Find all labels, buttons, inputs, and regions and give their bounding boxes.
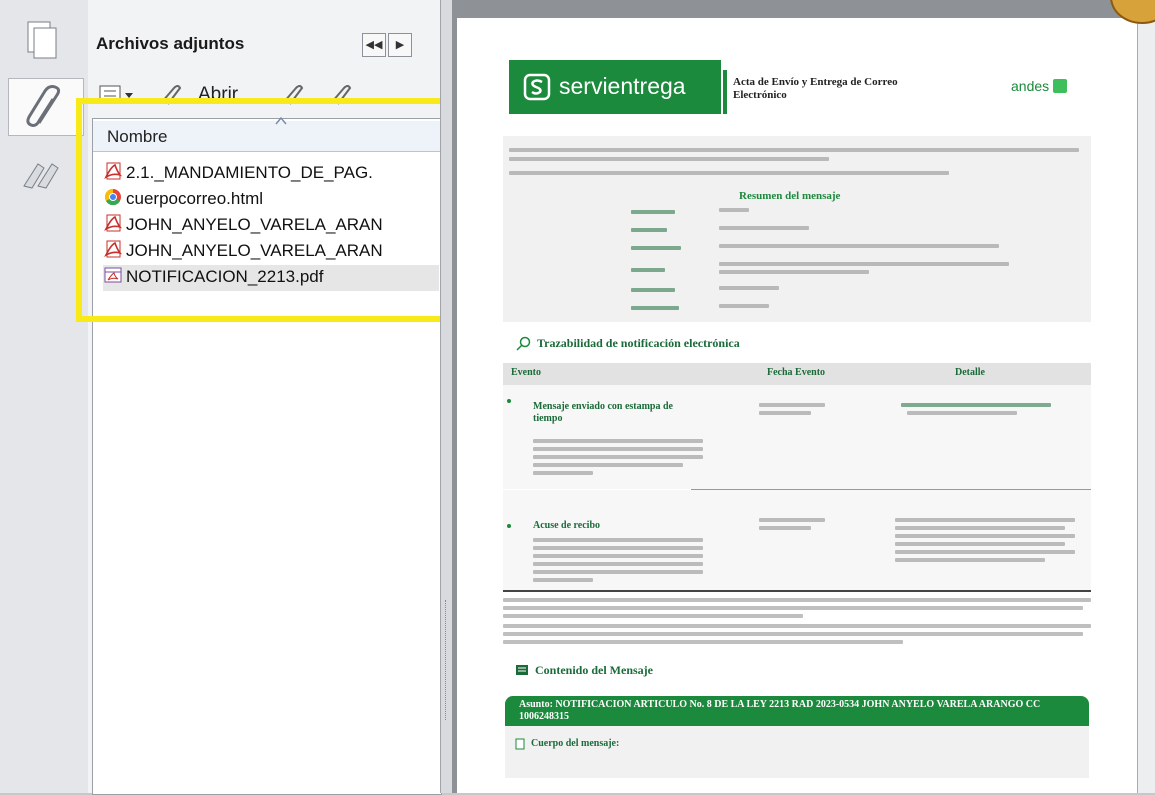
col-detalle: Detalle bbox=[955, 367, 985, 378]
collapse-panel-button[interactable]: ◀◀ bbox=[362, 33, 386, 57]
double-chevron-left-icon: ◀◀ bbox=[365, 39, 383, 51]
signatures-panel-button[interactable] bbox=[14, 150, 68, 206]
body-label: Cuerpo del mensaje: bbox=[531, 738, 620, 749]
document-icon bbox=[515, 738, 525, 750]
header-title: Acta de Envío y Entrega de Correo Electr… bbox=[733, 76, 898, 101]
message-icon bbox=[516, 665, 528, 675]
highlight-box bbox=[76, 98, 458, 322]
pages-icon bbox=[27, 21, 57, 59]
message-subject: Asunto: NOTIFICACION ARTICULO No. 8 DE L… bbox=[505, 696, 1089, 726]
trace-table-header: Evento Fecha Evento Detalle bbox=[503, 363, 1091, 385]
bullet bbox=[507, 524, 511, 528]
pages-panel-button[interactable] bbox=[14, 14, 68, 70]
section-divider bbox=[503, 590, 1091, 592]
paperclip-icon bbox=[26, 85, 61, 127]
partner-logo-icon bbox=[1053, 79, 1068, 93]
summary-box: Resumen del mensaje bbox=[503, 136, 1091, 322]
content-title: Contenido del Mensaje bbox=[535, 663, 653, 677]
triangle-right-icon: ▶ bbox=[395, 39, 405, 51]
bullet bbox=[507, 399, 511, 403]
attachments-panel-button[interactable] bbox=[8, 78, 84, 136]
signature-icon bbox=[23, 163, 59, 189]
partner-logo: andes bbox=[1011, 78, 1068, 94]
summary-title: Resumen del mensaje bbox=[739, 190, 841, 202]
message-body: Cuerpo del mensaje: bbox=[505, 726, 1089, 778]
brand-name: servientrega bbox=[559, 73, 686, 99]
panel-title: Archivos adjuntos bbox=[96, 34, 245, 53]
brand-logo: servientrega bbox=[509, 60, 721, 114]
expand-panel-button[interactable]: ▶ bbox=[388, 33, 412, 57]
event-title: Mensaje enviado con estampa de tiempo bbox=[533, 401, 673, 424]
col-fecha-evento: Fecha Evento bbox=[767, 367, 826, 378]
partner-name: andes bbox=[1011, 78, 1050, 94]
servientrega-logo-icon bbox=[523, 73, 551, 101]
right-scrollbar[interactable] bbox=[1137, 0, 1155, 793]
header-divider bbox=[723, 70, 727, 114]
trace-row: Acuse de recibo bbox=[503, 490, 1091, 590]
col-evento: Evento bbox=[511, 367, 541, 378]
event-title: Acuse de recibo bbox=[533, 520, 601, 531]
document-page: servientrega Acta de Envío y Entrega de … bbox=[457, 18, 1137, 793]
trace-row: Mensaje enviado con estampa de tiempo bbox=[503, 385, 1091, 489]
magnifier-icon bbox=[516, 336, 531, 351]
trace-title: Trazabilidad de notificación electrónica bbox=[537, 336, 740, 350]
